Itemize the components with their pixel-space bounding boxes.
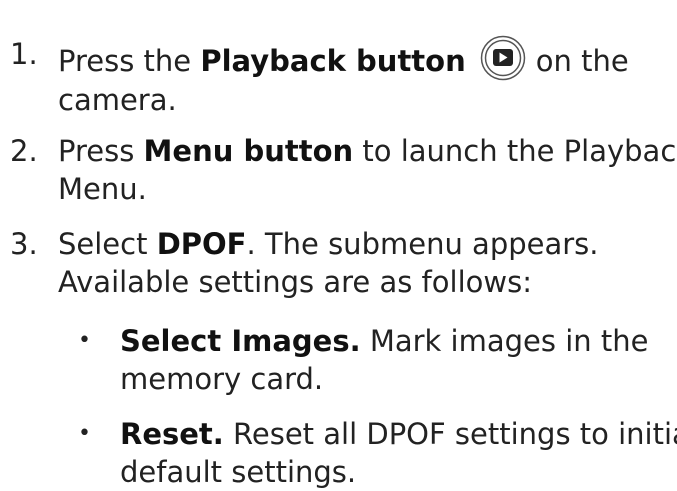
step-text-post: on the <box>535 44 629 78</box>
step-number: 1. <box>10 37 38 71</box>
bullet-text-post: Mark images in the <box>360 324 649 358</box>
step-text-bold: Menu button <box>143 134 354 168</box>
step-text-post: . The submenu appears. <box>246 227 599 261</box>
bullet-dot: • <box>78 328 91 353</box>
step-text-pre: Press <box>58 134 144 168</box>
step-line-1: Select DPOF. The submenu appears. <box>58 225 670 263</box>
step-text: Press the Playback button on the camera. <box>58 35 670 119</box>
step-line-1: Press the Playback button on the <box>58 35 670 81</box>
bullet-line-1: Reset. Reset all DPOF settings to initia… <box>120 415 677 453</box>
step-number: 2. <box>10 134 38 168</box>
step-number: 3. <box>10 227 38 261</box>
step-text-bold: Playback button <box>200 44 466 78</box>
step-line-2: Menu. <box>58 172 147 206</box>
bullet-text: Select Images. Mark images in the memory… <box>120 322 670 398</box>
step-text-post: to launch the Playback <box>353 134 677 168</box>
bullet-dot: • <box>78 421 91 446</box>
step-line-1: Press Menu button to launch the Playback <box>58 132 677 170</box>
bullet-text-bold: Select Images. <box>120 324 361 358</box>
bullet-line-2: default settings. <box>120 455 357 489</box>
step-text: Press Menu button to launch the Playback… <box>58 132 677 208</box>
bullet-line-2: memory card. <box>120 362 324 396</box>
step-line-2: Available settings are as follows: <box>58 265 532 299</box>
bullet-text-bold: Reset. <box>120 417 224 451</box>
playback-button-icon <box>480 35 526 81</box>
step-text-pre: Select <box>58 227 157 261</box>
bullet-text: Reset. Reset all DPOF settings to initia… <box>120 415 677 491</box>
step-text-pre: Press the <box>58 44 201 78</box>
bullet-line-1: Select Images. Mark images in the <box>120 322 670 360</box>
step-line-2: camera. <box>58 83 177 117</box>
step-text-bold: DPOF <box>156 227 247 261</box>
bullet-text-post: Reset all DPOF settings to initial <box>223 417 677 451</box>
step-text: Select DPOF. The submenu appears. Availa… <box>58 225 670 301</box>
